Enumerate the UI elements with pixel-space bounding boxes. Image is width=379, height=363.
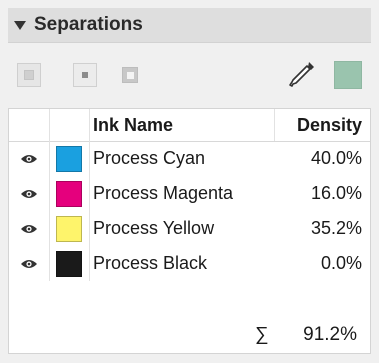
eye-icon[interactable] — [20, 188, 38, 200]
separations-table: Ink Name Density Process Cyan 40.0% Proc… — [8, 108, 371, 354]
total-density-value: 91.2% — [303, 324, 357, 345]
ink-swatch — [56, 215, 82, 242]
separation-mode-2-button[interactable] — [73, 63, 97, 87]
ink-density: 0.0% — [320, 253, 362, 273]
panel-title: Separations — [34, 14, 143, 35]
eye-icon[interactable] — [20, 153, 38, 165]
eye-icon[interactable] — [20, 223, 38, 235]
total-density-row: ∑ 91.2% — [8, 320, 371, 350]
ink-name: Process Cyan — [93, 148, 206, 168]
ink-swatch — [56, 145, 82, 172]
visibility-header — [9, 109, 50, 141]
ink-density: 16.0% — [310, 183, 362, 203]
visibility-toggle[interactable] — [9, 176, 50, 211]
separation-mode-1-button[interactable] — [17, 63, 41, 87]
visibility-toggle[interactable] — [9, 141, 50, 176]
density-header[interactable]: Density — [266, 115, 362, 136]
disclosure-triangle-icon[interactable] — [14, 20, 26, 30]
sum-symbol: ∑ — [255, 324, 269, 345]
eye-icon[interactable] — [20, 258, 38, 270]
ink-swatch — [56, 250, 82, 277]
visibility-toggle[interactable] — [9, 246, 50, 281]
ink-name-header[interactable]: Ink Name — [93, 115, 273, 136]
ink-swatch — [56, 180, 82, 207]
ink-name: Process Black — [93, 253, 208, 273]
current-color-swatch[interactable] — [334, 61, 362, 89]
separations-toolbar — [8, 50, 371, 100]
ink-name: Process Yellow — [93, 218, 215, 238]
ink-density: 35.2% — [310, 218, 362, 238]
swatch-header — [49, 109, 90, 141]
table-row[interactable]: Process Magenta 16.0% — [9, 176, 370, 211]
panel-header[interactable]: Separations — [8, 8, 371, 43]
visibility-toggle[interactable] — [9, 211, 50, 246]
table-row[interactable]: Process Black 0.0% — [9, 246, 370, 281]
separation-mode-3-button[interactable] — [118, 63, 142, 87]
ink-density: 40.0% — [310, 148, 362, 168]
eyedropper-icon[interactable] — [287, 59, 317, 91]
ink-name: Process Magenta — [93, 183, 234, 203]
table-row[interactable]: Process Cyan 40.0% — [9, 141, 370, 176]
table-row[interactable]: Process Yellow 35.2% — [9, 211, 370, 246]
table-header-row: Ink Name Density — [9, 109, 370, 142]
